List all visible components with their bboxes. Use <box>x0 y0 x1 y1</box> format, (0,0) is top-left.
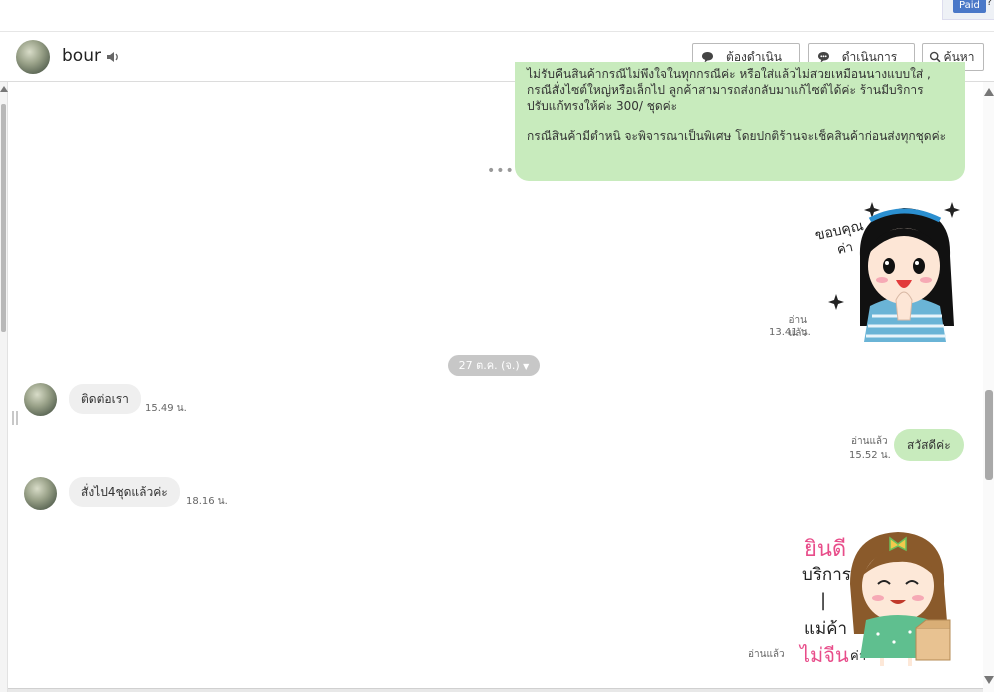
contact-name[interactable]: bour <box>62 46 101 66</box>
sticker-text: แม่ค้า <box>804 619 847 639</box>
message-time: 13.41 น. <box>769 327 811 338</box>
thank-you-sticker[interactable]: ขอบคุณ ค่า <box>812 196 964 342</box>
incoming-message[interactable]: สั่งไป4ชุดแล้วค่ะ <box>69 477 180 507</box>
message-line: ไม่รับคืนสินค้ากรณีไม่พึงใจในทุกกรณีค่ะ … <box>527 67 931 81</box>
chevron-down-icon: ▼ <box>523 362 530 371</box>
welcome-service-sticker[interactable]: ยินดี บริการ | แม่ค้า ไม่จีน ค่า <box>798 524 958 670</box>
incoming-message[interactable]: ติดต่อเรา <box>69 384 141 414</box>
chat-app: Paid ? bour ต้องดำเนินการ ดำเนินการแล้ว <box>0 0 994 692</box>
message-text: สั่งไป4ชุดแล้วค่ะ <box>81 485 168 499</box>
top-strip: Paid ? <box>0 0 994 32</box>
help-mark[interactable]: ? <box>987 0 992 8</box>
speaker-icon[interactable] <box>106 51 120 63</box>
sticker-text: ยินดี <box>804 537 846 562</box>
right-scroll-thumb[interactable] <box>985 390 993 480</box>
scroll-up-arrow-icon[interactable] <box>0 86 8 92</box>
message-line: กรณีสินค้ามีตำหนิ จะพิจารณาเป็นพิเศษ โดย… <box>527 129 947 143</box>
left-scrollbar[interactable] <box>0 82 8 692</box>
contact-avatar[interactable] <box>16 40 50 74</box>
scroll-up-arrow-icon[interactable] <box>984 88 994 96</box>
sticker-text: ขอบคุณ <box>814 218 865 244</box>
message-text: ติดต่อเรา <box>81 392 129 406</box>
composer-divider <box>8 688 983 692</box>
resize-handle[interactable] <box>12 411 18 425</box>
message-text: สวัสดีค่ะ <box>907 438 951 452</box>
left-scroll-thumb[interactable] <box>1 104 6 332</box>
contact-avatar-small[interactable] <box>24 477 57 510</box>
message-time: 15.49 น. <box>145 403 187 414</box>
read-receipt: อ่านแล้ว <box>851 436 888 447</box>
date-label: 27 ต.ค. (จ.) <box>458 359 520 372</box>
read-receipt: อ่านแล้ว <box>748 649 785 660</box>
message-line: ปรับแก้ทรงให้ค่ะ 300/ ชุดค่ะ <box>527 99 678 113</box>
scroll-down-arrow-icon[interactable] <box>984 676 994 684</box>
paid-area: Paid ? <box>942 0 994 20</box>
outgoing-message-policy[interactable]: ไม่รับคืนสินค้ากรณีไม่พึงใจในทุกกรณีค่ะ … <box>515 62 965 181</box>
message-time: 18.16 น. <box>186 496 228 507</box>
date-divider[interactable]: 27 ต.ค. (จ.) ▼ <box>448 355 540 376</box>
more-options-icon[interactable]: ••• <box>487 163 515 179</box>
message-time: 15.52 น. <box>849 450 891 461</box>
message-line: กรณีสั่งไซต์ใหญ่หรือเล็กไป ลูกค้าสามารถส… <box>527 83 924 97</box>
contact-avatar-small[interactable] <box>24 383 57 416</box>
sticker-text: ค่า <box>836 240 855 258</box>
paid-badge[interactable]: Paid <box>953 0 986 13</box>
outgoing-message[interactable]: สวัสดีค่ะ <box>894 429 964 461</box>
sticker-text: ไม่จีน <box>798 643 849 667</box>
sticker-text: | <box>820 590 826 611</box>
right-scrollbar[interactable] <box>983 82 994 692</box>
sticker-text: บริการ <box>802 565 851 585</box>
